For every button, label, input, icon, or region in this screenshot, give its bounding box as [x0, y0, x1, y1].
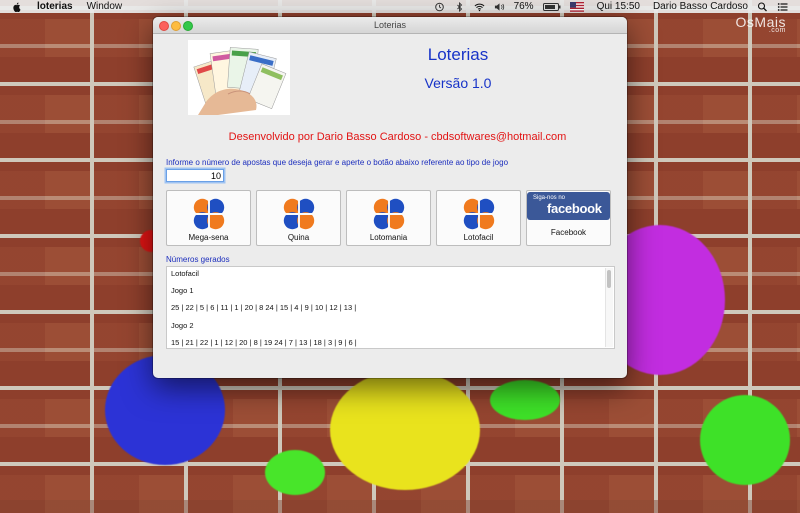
facebook-badge: Siga-nos no facebook: [527, 192, 610, 220]
menu-window[interactable]: Window: [87, 0, 123, 13]
loterias-window: Loterias Loterias Versão 1.0 Desenvolvid…: [153, 17, 627, 378]
watermark: OsMais .com: [735, 14, 786, 34]
lotomania-button[interactable]: Lotomania: [346, 190, 431, 246]
game-buttons: Mega-sena Quina Lotomania Lotofacil Siga…: [166, 190, 611, 246]
minimize-button[interactable]: [171, 21, 181, 31]
window-titlebar[interactable]: Loterias: [153, 17, 627, 34]
developer-credit: Desenvolvido por Dario Basso Cardoso - c…: [228, 131, 567, 143]
scrollbar-thumb[interactable]: [607, 270, 611, 288]
apple-icon[interactable]: [11, 2, 23, 12]
lotomania-label: Lotomania: [369, 233, 408, 242]
notification-center-icon[interactable]: [777, 2, 788, 12]
generated-numbers-output[interactable]: Lotofacil Jogo 1 25 | 22 | 5 | 6 | 11 | …: [166, 266, 615, 349]
battery-percent: 76%: [513, 1, 534, 12]
quina-button[interactable]: Quina: [256, 190, 341, 246]
paint-splat: [490, 380, 560, 420]
time-machine-icon[interactable]: [434, 2, 445, 12]
paint-splat: [265, 450, 325, 495]
instruction-label: Informe o número de apostas que deseja g…: [166, 158, 509, 167]
paint-splat: [700, 395, 790, 485]
close-button[interactable]: [159, 21, 169, 31]
bet-quantity-input[interactable]: [166, 169, 224, 182]
mega-sena-button[interactable]: Mega-sena: [166, 190, 251, 246]
generated-numbers-label: Números gerados: [166, 255, 230, 264]
output-line: 15 | 21 | 22 | 1 | 12 | 20 | 8 | 19 24 |…: [171, 338, 357, 347]
quina-label: Quina: [287, 233, 310, 242]
paint-splat: [330, 370, 480, 490]
menu-clock[interactable]: Qui 15:50: [597, 0, 640, 13]
us-flag-icon[interactable]: [569, 1, 584, 12]
loteria-clover-icon: [373, 198, 405, 230]
battery-icon[interactable]: [542, 2, 561, 12]
output-line: 25 | 22 | 5 | 6 | 11 | 1 | 20 | 8 24 | 1…: [171, 303, 357, 312]
app-version: Versão 1.0: [424, 75, 492, 91]
spotlight-search-icon[interactable]: [757, 1, 768, 12]
output-line: Jogo 2: [171, 321, 194, 330]
lotofacil-label: Lotofacil: [463, 233, 494, 242]
loteria-clover-icon: [283, 198, 315, 230]
zoom-button[interactable]: [183, 21, 193, 31]
lottery-tickets-image: [188, 40, 290, 115]
facebook-label: Facebook: [550, 228, 587, 237]
volume-icon[interactable]: [494, 2, 505, 12]
output-scrollbar[interactable]: [605, 268, 613, 347]
output-line: Jogo 1: [171, 286, 194, 295]
bluetooth-icon[interactable]: [454, 1, 465, 12]
window-title: Loterias: [373, 20, 407, 30]
app-title: Loterias: [427, 45, 489, 64]
loteria-clover-icon: [193, 198, 225, 230]
menu-bar: loterias Window 76% Qui 15:50 Dario Bass…: [0, 0, 800, 13]
wifi-icon[interactable]: [474, 2, 485, 12]
menu-user[interactable]: Dario Basso Cardoso: [653, 0, 748, 13]
lotofacil-button[interactable]: Lotofacil: [436, 190, 521, 246]
facebook-button[interactable]: Siga-nos no facebook Facebook: [526, 190, 611, 246]
output-line: Lotofacil: [171, 269, 199, 278]
loteria-clover-icon: [463, 198, 495, 230]
mega-sena-label: Mega-sena: [188, 233, 229, 242]
facebook-logo-text: facebook: [547, 201, 602, 216]
menu-app-name[interactable]: loterias: [37, 0, 73, 13]
